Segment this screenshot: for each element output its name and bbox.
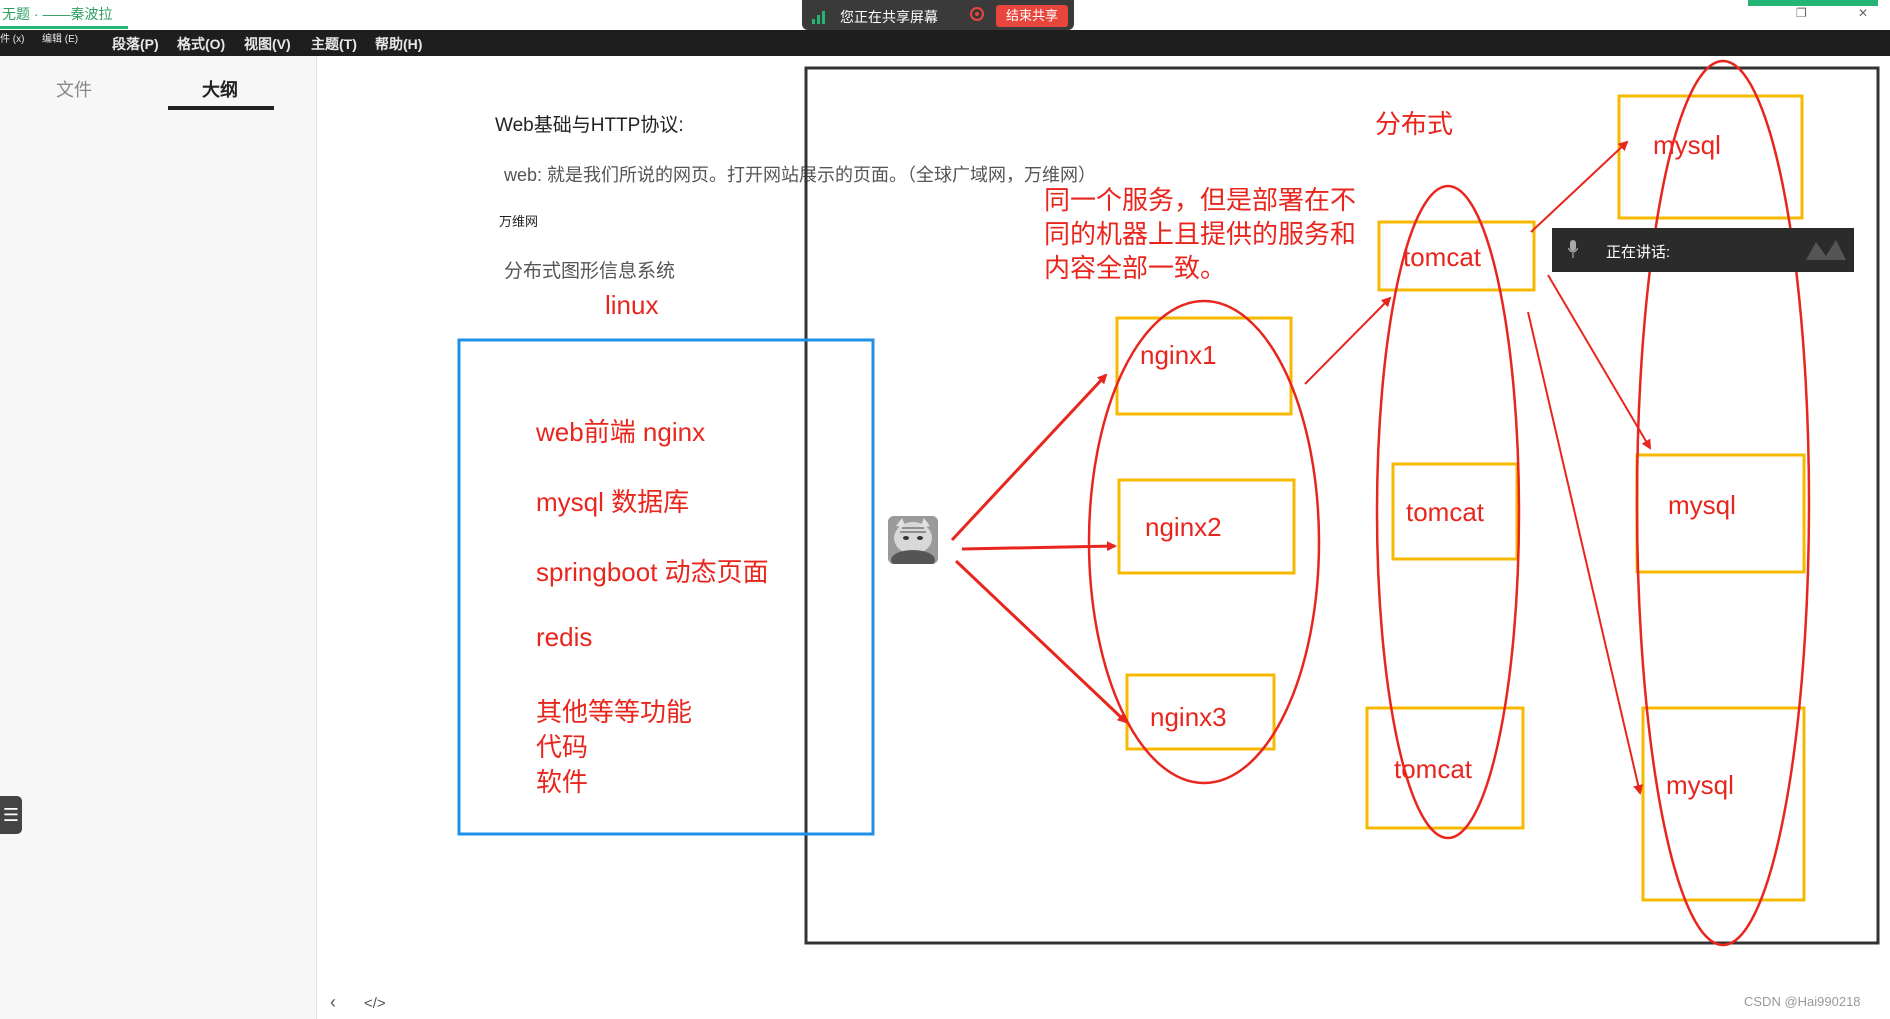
- distributed-desc-line3: 内容全部一致。: [1044, 253, 1227, 283]
- distributed-desc-line1: 同一个服务，但是部署在不: [1044, 185, 1357, 215]
- label-mysql2: mysql: [1668, 490, 1736, 520]
- mysql3-box: [1641, 706, 1806, 902]
- microphone-icon: [1568, 240, 1578, 258]
- speaking-label: 正在讲话:: [1606, 244, 1671, 261]
- annotation-drawing: [457, 59, 1880, 947]
- label-nginx3: nginx3: [1150, 702, 1227, 732]
- label-tomcat2: tomcat: [1406, 497, 1485, 527]
- speaker-logo-icon: [1806, 240, 1846, 260]
- arrow-nginx1-to-tomcat: [1304, 296, 1392, 385]
- arrow-to-nginx1: [950, 373, 1108, 542]
- arrow-tomcat-to-mysql1: [1530, 140, 1629, 233]
- box-item-other: 其他等等功能: [536, 697, 693, 727]
- box-item-springboot: springboot 动态页面: [536, 557, 769, 587]
- arrow-tomcat-to-mysql2: [1547, 274, 1652, 450]
- user-avatar: [888, 516, 938, 564]
- label-nginx1: nginx1: [1140, 340, 1217, 370]
- box-item-web-nginx: web前端 nginx: [536, 417, 706, 447]
- collapse-sidebar-icon[interactable]: ‹: [330, 992, 336, 1013]
- box-item-redis: redis: [536, 622, 593, 652]
- box-item-mysql: mysql 数据库: [536, 487, 690, 517]
- label-distributed: 分布式: [1375, 109, 1454, 139]
- label-linux: linux: [605, 290, 659, 320]
- label-tomcat3: tomcat: [1394, 754, 1473, 784]
- arrow-to-nginx2: [961, 541, 1117, 552]
- arrow-tomcat-to-mysql3: [1527, 311, 1644, 795]
- label-mysql3: mysql: [1666, 770, 1734, 800]
- label-tomcat1: tomcat: [1403, 242, 1482, 272]
- watermark: CSDN @Hai990218: [1744, 994, 1861, 1009]
- box-item-software: 软件: [536, 767, 589, 797]
- label-mysql1: mysql: [1653, 130, 1721, 160]
- source-code-icon[interactable]: </>: [364, 995, 386, 1012]
- box-item-code: 代码: [536, 732, 589, 762]
- distributed-desc-line2: 同的机器上且提供的服务和: [1044, 219, 1357, 249]
- label-nginx2: nginx2: [1145, 512, 1222, 542]
